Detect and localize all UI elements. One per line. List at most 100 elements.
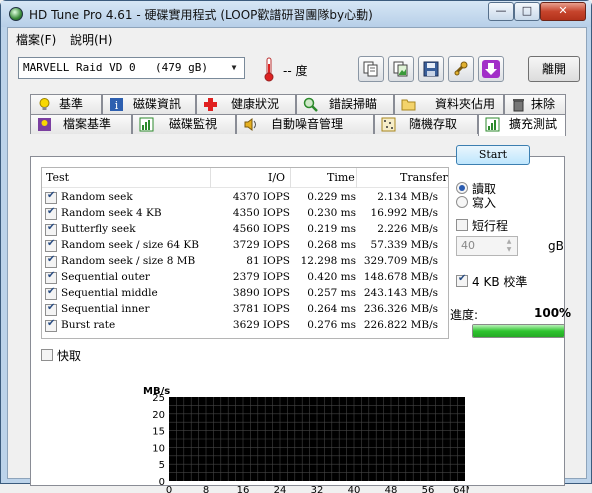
drive-select[interactable]: MARVELL Raid VD 0 (479 gB) ▼ (18, 57, 245, 79)
io-value: 2379 IOPS (232, 271, 290, 283)
row-checkbox[interactable] (45, 238, 57, 252)
minimize-button[interactable]: — (488, 2, 514, 21)
row-checkbox[interactable] (45, 302, 57, 316)
row-checkbox[interactable] (45, 254, 57, 268)
start-button[interactable]: Start (456, 145, 530, 165)
short-stroke-spinner[interactable]: 40 ▲ ▼ (456, 236, 518, 256)
chevron-down-icon[interactable]: ▼ (226, 60, 242, 76)
spin-down-icon[interactable]: ▼ (502, 246, 516, 254)
time-value: 12.298 ms (300, 255, 356, 267)
io-value: 4350 IOPS (232, 207, 290, 219)
transfer-value: 2.226 MB/s (377, 223, 438, 235)
io-value: 81 IOPS (246, 255, 290, 267)
read-radio[interactable] (456, 182, 468, 194)
svg-text:i: i (115, 99, 119, 112)
tab-extra-tests[interactable]: 擴充測試 (478, 114, 566, 136)
chart-ytick-label: 5 (159, 460, 165, 471)
transfer-value: 16.992 MB/s (370, 207, 438, 219)
chart-xtick-label: 24 (274, 485, 287, 493)
tab-noise-management[interactable]: 自動噪音管理 (236, 114, 374, 134)
short-stroke-unit: gB (548, 239, 564, 253)
chart-xtick-label: 16 (237, 485, 250, 493)
row-checkbox[interactable] (45, 190, 57, 204)
menu-file[interactable]: 檔案(F) (16, 31, 56, 48)
copy-screenshot-icon (393, 61, 408, 77)
short-stroke-checkbox[interactable] (456, 219, 468, 231)
write-radio[interactable] (456, 196, 468, 208)
copy-screenshot-button[interactable] (388, 56, 414, 82)
table-row: Sequential outer 2379 IOPS 0.420 ms 148.678… (42, 270, 448, 286)
transfer-value: 226.822 MB/s (363, 319, 438, 331)
toolbar: MARVELL Raid VD 0 (479 gB) ▼ -- 度 離開 (8, 50, 586, 90)
row-checkbox[interactable] (45, 286, 57, 300)
options-button[interactable] (448, 56, 474, 82)
time-value: 0.420 ms (307, 271, 356, 283)
col-time: Time (327, 171, 355, 184)
time-value: 0.229 ms (307, 191, 356, 203)
disk-info-icon: i (110, 98, 123, 112)
tab-file-benchmark[interactable]: 檔案基準 (30, 114, 132, 134)
transfer-value: 243.143 MB/s (363, 287, 438, 299)
download-icon (482, 60, 500, 78)
test-name: Random seek 4 KB (61, 207, 162, 219)
row-checkbox[interactable] (45, 318, 57, 332)
title-bar[interactable]: HD Tune Pro 4.61 - 硬碟實用程式 (LOOP歡譜研習團隊by心… (1, 1, 591, 27)
progress-bar (472, 324, 565, 338)
test-name: Sequential inner (61, 303, 150, 315)
temperature-readout: -- 度 (283, 64, 308, 78)
row-checkbox[interactable] (45, 222, 57, 236)
app-window: HD Tune Pro 4.61 - 硬碟實用程式 (LOOP歡譜研習團隊by心… (0, 0, 592, 493)
tab-benchmark[interactable]: 基準 (30, 94, 102, 114)
col-io: I/O (268, 171, 286, 184)
io-value: 3629 IOPS (232, 319, 290, 331)
chart-xtick-label: 0 (166, 485, 172, 493)
exit-button[interactable]: 離開 (528, 56, 580, 82)
chart-xtick-label: 48 (385, 485, 398, 493)
extra-tests-icon (485, 117, 500, 132)
download-button[interactable] (478, 56, 504, 82)
short-stroke-value: 40 (461, 239, 475, 252)
io-value: 3729 IOPS (232, 239, 290, 251)
table-row: Burst rate 3629 IOPS 0.276 ms 226.822 MB/s (42, 318, 448, 334)
folder-icon (401, 99, 416, 111)
io-value: 3890 IOPS (232, 287, 290, 299)
chart-ytick-label: 20 (152, 410, 165, 421)
io-value: 4370 IOPS (232, 191, 290, 203)
align-4kb-checkbox[interactable] (456, 273, 468, 287)
test-name: Sequential outer (61, 271, 150, 283)
copy-text-icon (363, 61, 378, 77)
tab-disk-monitor[interactable]: 磁碟監視 (132, 114, 236, 134)
row-checkbox[interactable] (45, 206, 57, 220)
tab-disk-info[interactable]: i 磁碟資訊 (102, 94, 196, 114)
write-label: 寫入 (472, 196, 497, 210)
progress-label: 進度: (450, 308, 479, 322)
monitor-icon (139, 117, 154, 132)
chart-ytick-label: 25 (152, 393, 165, 404)
menu-help[interactable]: 說明(H) (70, 31, 112, 48)
drive-size: (479 gB) (155, 61, 208, 74)
time-value: 0.230 ms (307, 207, 356, 219)
table-row: Sequential inner 3781 IOPS 0.264 ms 236.326… (42, 302, 448, 318)
spin-up-icon[interactable]: ▲ (502, 238, 516, 246)
close-button[interactable]: ✕ (540, 2, 586, 21)
maximize-button[interactable]: □ (514, 2, 540, 21)
chart-ytick-label: 15 (152, 427, 165, 438)
row-checkbox[interactable] (45, 270, 57, 284)
tab-error-scan[interactable]: 錯誤掃瞄 (296, 94, 394, 114)
test-name: Sequential middle (61, 287, 158, 299)
test-name: Burst rate (61, 319, 116, 331)
tab-folder-usage[interactable]: 資料夾佔用 (394, 94, 504, 114)
copy-text-button[interactable] (358, 56, 384, 82)
tab-random-access[interactable]: 隨機存取 (374, 114, 478, 134)
save-button[interactable] (418, 56, 444, 82)
cache-checkbox[interactable] (41, 349, 53, 361)
io-value: 4560 IOPS (232, 223, 290, 235)
cache-label: 快取 (57, 349, 82, 363)
col-test: Test (46, 171, 70, 184)
thermometer-icon (264, 57, 274, 82)
lightbulb-icon (39, 98, 50, 110)
tab-health[interactable]: 健康狀況 (196, 94, 296, 114)
table-row: Random seek 4 KB 4350 IOPS 0.230 ms 16.992 … (42, 206, 448, 222)
chart-ytick-label: 0 (159, 477, 165, 488)
tab-erase[interactable]: 抹除 (504, 94, 566, 114)
